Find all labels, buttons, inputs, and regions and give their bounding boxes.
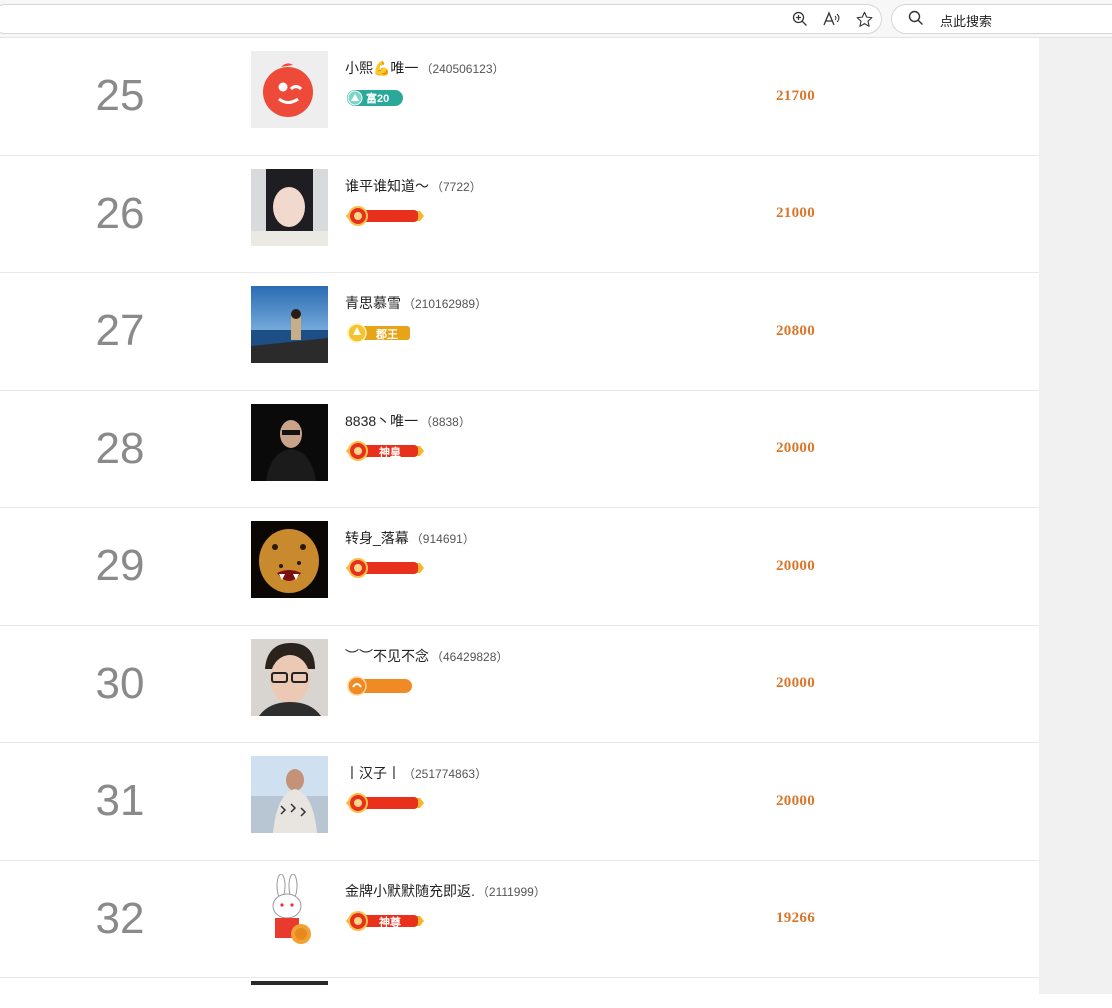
rank-number: 28 <box>95 423 145 473</box>
side-panel <box>1039 38 1112 994</box>
user-name[interactable]: 金牌小默默随充即返. <box>345 883 475 899</box>
ranking-row: 27 青思慕雪 （210162989） 郡王 20800 <box>0 273 1039 391</box>
rank-number: 26 <box>95 188 145 238</box>
badge-label: 郡王 <box>376 329 398 341</box>
ranking-list: 25 小熙💪唯一 （240506123） 富20 21700 26 谁平谁知道～（… <box>0 38 1039 1008</box>
user-name-line: 转身_落幕 （914691） <box>345 528 475 548</box>
avatar[interactable] <box>251 756 328 833</box>
ranking-row: 25 小熙💪唯一 （240506123） 富20 21700 <box>0 38 1039 156</box>
user-name-line: 谁平谁知道～ （7722） <box>345 176 482 196</box>
level-badge: 神皇 <box>346 440 424 461</box>
level-badge <box>346 558 424 578</box>
user-name-line: 金牌小默默随充即返. （2111999） <box>345 881 546 901</box>
avatar[interactable] <box>251 403 328 481</box>
user-name[interactable]: 丨汉子丨 <box>345 765 401 781</box>
badge-label: 神尊 <box>379 916 401 929</box>
badge-label: 神皇 <box>379 446 401 459</box>
user-name[interactable]: 转身_落幕 <box>345 530 409 546</box>
user-name-line: 青思慕雪 （210162989） <box>345 293 487 313</box>
user-name[interactable]: 小熙💪唯一 <box>345 60 418 76</box>
ranking-row: 30 ︶︶不见不念 （46429828） 20000 <box>0 626 1039 743</box>
search-placeholder: 点此搜索 <box>940 14 993 29</box>
ranking-row-partial <box>0 978 1039 1008</box>
search-box[interactable]: 点此搜索 <box>891 4 1112 34</box>
user-name[interactable]: 青思慕雪 <box>345 295 401 311</box>
avatar[interactable] <box>251 521 328 598</box>
avatar[interactable] <box>251 638 328 716</box>
avatar[interactable] <box>251 286 328 363</box>
score-value: 20000 <box>776 792 815 809</box>
score-value: 20000 <box>776 675 815 692</box>
user-name-line: ︶︶不见不念 （46429828） <box>345 646 508 666</box>
ranking-row: 31 丨汉子丨 （251774863） 20000 <box>0 743 1039 861</box>
score-value: 20000 <box>776 557 815 574</box>
user-name[interactable]: 谁平谁知道～ <box>345 178 429 194</box>
user-name[interactable]: 8838丶唯一 <box>345 413 418 429</box>
address-bar[interactable] <box>0 4 882 34</box>
score-value: 20000 <box>776 440 815 457</box>
user-id: （46429828） <box>431 649 509 664</box>
level-badge: 郡王 <box>346 323 412 343</box>
avatar[interactable] <box>251 51 328 128</box>
avatar[interactable] <box>251 873 328 951</box>
level-badge <box>346 205 424 226</box>
user-id: （2111999） <box>476 884 546 899</box>
score-value: 19266 <box>776 910 815 927</box>
user-id: （914691） <box>410 532 475 546</box>
ranking-row: 29 转身_落幕 （914691） 20000 <box>0 508 1039 626</box>
favorite-star-icon[interactable] <box>854 9 874 29</box>
level-badge <box>346 793 424 813</box>
avatar[interactable] <box>251 168 328 246</box>
level-badge: 神尊 <box>346 910 424 931</box>
user-id: （8838） <box>420 414 471 429</box>
rank-number: 25 <box>95 71 145 121</box>
search-icon <box>908 10 926 28</box>
user-id: （251774863） <box>403 767 488 781</box>
user-id: （7722） <box>431 179 482 194</box>
avatar <box>251 981 328 985</box>
rank-number: 27 <box>95 306 145 356</box>
browser-toolbar: 点此搜索 <box>0 0 1112 38</box>
zoom-in-icon[interactable] <box>790 9 810 29</box>
user-name[interactable]: ︶︶不见不念 <box>345 648 429 664</box>
level-badge <box>346 675 414 696</box>
ranking-row: 26 谁平谁知道～ （7722） 21000 <box>0 156 1039 273</box>
ranking-row: 28 8838丶唯一 （8838） 神皇 20000 <box>0 391 1039 508</box>
rank-number: 31 <box>95 776 145 826</box>
rank-number: 32 <box>95 893 145 943</box>
user-name-line: 小熙💪唯一 （240506123） <box>345 58 505 78</box>
ranking-row: 32 金牌小默默随充即返. （2111999） 神尊 19266 <box>0 861 1039 978</box>
score-value: 20800 <box>776 322 815 339</box>
score-value: 21700 <box>776 87 815 104</box>
user-name-line: 丨汉子丨 （251774863） <box>345 763 487 783</box>
level-badge: 富20 <box>346 88 404 108</box>
rank-number: 30 <box>95 658 145 708</box>
rank-number: 29 <box>95 541 145 591</box>
score-value: 21000 <box>776 205 815 222</box>
read-aloud-icon[interactable] <box>822 9 842 29</box>
user-id: （210162989） <box>403 297 488 311</box>
user-name-line: 8838丶唯一 （8838） <box>345 411 471 431</box>
user-id: （240506123） <box>420 62 505 76</box>
badge-label: 富20 <box>366 93 390 105</box>
